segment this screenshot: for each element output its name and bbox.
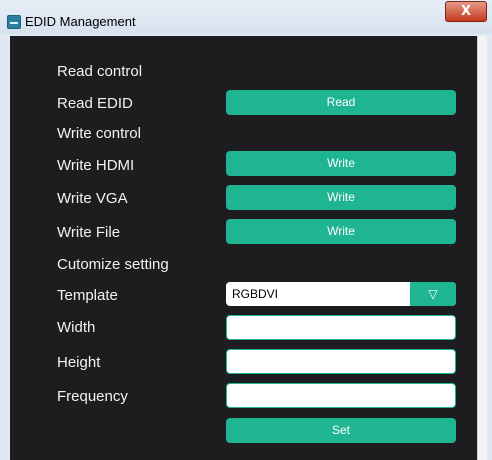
write-control-heading: Write control [57, 125, 141, 142]
set-button[interactable]: Set [226, 418, 456, 443]
custom-setting-heading: Cutomize setting [57, 256, 169, 273]
read-control-heading: Read control [57, 63, 143, 80]
window-title: EDID Management [25, 14, 136, 29]
write-file-button[interactable]: Write [226, 219, 456, 244]
close-button[interactable]: X [445, 1, 487, 22]
write-hdmi-label: Write HDMI [57, 157, 135, 174]
template-label: Template [57, 287, 118, 304]
write-vga-label: Write VGA [57, 190, 128, 207]
edid-management-window: EDID Management X Read control Read EDID… [0, 0, 492, 460]
height-input[interactable] [226, 349, 456, 374]
edid-app-icon [7, 15, 21, 29]
read-edid-button[interactable]: Read [226, 90, 456, 115]
read-edid-label: Read EDID [57, 95, 133, 112]
height-label: Height [57, 354, 101, 371]
chevron-down-icon[interactable]: ▽ [410, 282, 456, 306]
template-select[interactable]: RGBDVI ▽ [226, 282, 456, 306]
width-label: Width [57, 319, 96, 336]
frequency-label: Frequency [57, 388, 128, 405]
title-bar[interactable]: EDID Management X [0, 0, 492, 34]
template-selected-value: RGBDVI [232, 287, 279, 301]
vertical-scrollbar[interactable] [477, 36, 487, 460]
frequency-input[interactable] [226, 383, 456, 408]
write-hdmi-button[interactable]: Write [226, 151, 456, 176]
write-file-label: Write File [57, 224, 121, 241]
width-input[interactable] [226, 315, 456, 340]
write-vga-button[interactable]: Write [226, 185, 456, 210]
